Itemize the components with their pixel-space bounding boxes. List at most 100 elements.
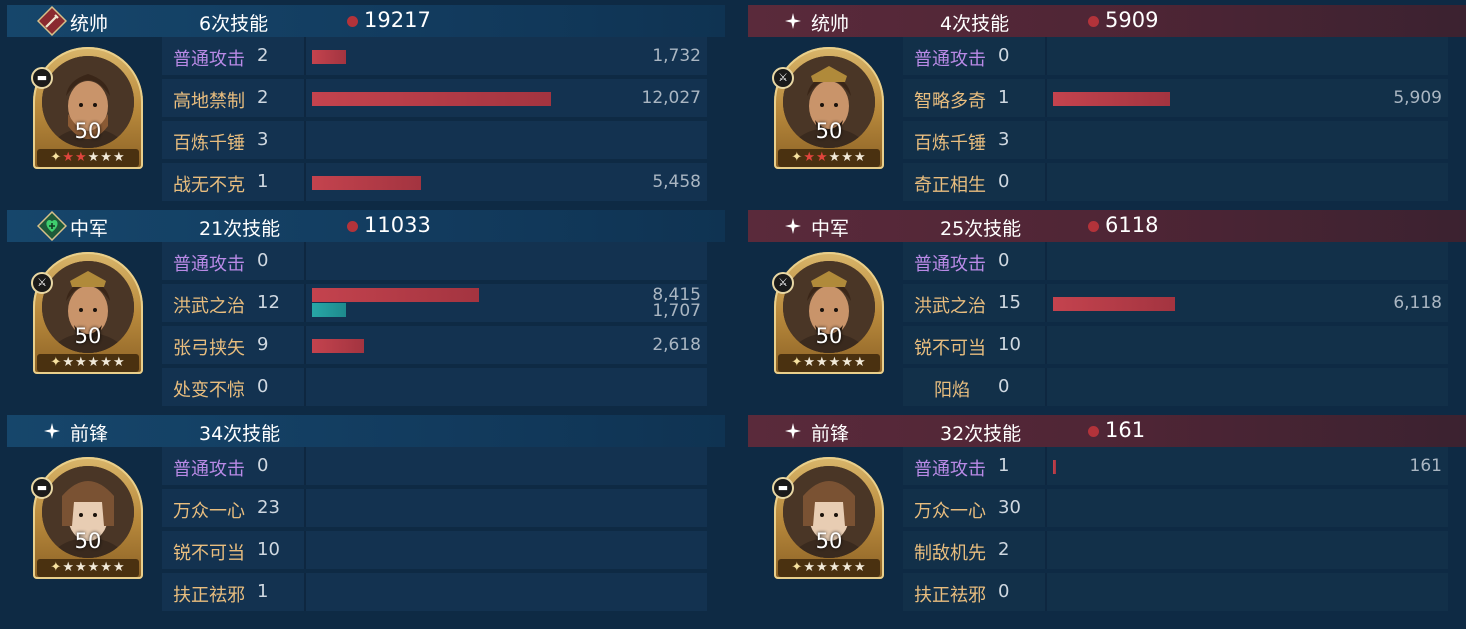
skill-count: 12	[257, 292, 280, 313]
role-label: 中军	[70, 218, 109, 240]
star-rating: ✦★★★★★	[37, 559, 139, 577]
hero-level: 50	[815, 119, 843, 143]
damage-bar	[1053, 297, 1175, 311]
skill-name[interactable]: 洪武之治	[173, 292, 245, 318]
skill-count: 0	[998, 250, 1010, 271]
hero-portrait[interactable]: ⚔ 50 ✦★★★★★	[31, 252, 143, 374]
skill-count: 10	[257, 539, 280, 560]
skill-count: 15	[998, 292, 1021, 313]
skill-row: 万众一心 30	[903, 489, 1448, 527]
skill-name[interactable]: 洪武之治	[914, 292, 986, 318]
role-label: 前锋	[811, 423, 850, 445]
row-divider	[1045, 326, 1047, 364]
skill-count: 0	[998, 581, 1010, 602]
hero-portrait[interactable]: ▬ 50 ✦★★★★★	[31, 47, 143, 169]
damage-dot	[1088, 221, 1099, 232]
skill-name[interactable]: 普通攻击	[914, 45, 986, 71]
damage-bar	[312, 92, 551, 106]
hero-level: 50	[815, 324, 843, 348]
row-divider	[304, 121, 306, 159]
total-damage: 11033	[364, 213, 431, 237]
skill-row: 奇正相生 0	[903, 163, 1448, 201]
skill-row: 普通攻击 0	[903, 37, 1448, 75]
skill-cast-count: 6次技能	[199, 13, 269, 35]
total-damage: 6118	[1105, 213, 1159, 237]
skill-row: 扶正祛邪 1	[162, 573, 707, 611]
damage-bar	[312, 339, 364, 353]
skill-name[interactable]: 张弓挟矢	[173, 334, 245, 360]
skill-cast-count: 34次技能	[199, 423, 281, 445]
skill-count: 0	[998, 376, 1010, 397]
sparkle-icon	[37, 416, 67, 446]
skill-row: 普通攻击 1 161	[903, 447, 1448, 485]
skill-name[interactable]: 普通攻击	[914, 455, 986, 481]
skill-row: 洪武之治 15 6,118	[903, 284, 1448, 322]
row-divider	[1045, 163, 1047, 201]
skill-row: 张弓挟矢 9 2,618	[162, 326, 707, 364]
damage-value: 161	[1409, 456, 1442, 476]
hero-block: 中军 25次技能 6118 ⚔ 50 ✦★★★★★ 普通攻击 0 洪武之治 15 6,118 锐不可当…	[748, 205, 1466, 410]
skill-name[interactable]: 高地禁制	[173, 87, 245, 113]
skill-count: 9	[257, 334, 269, 355]
skill-count: 0	[257, 376, 269, 397]
skill-name[interactable]: 制敌机先	[914, 539, 986, 565]
skill-row: 战无不克 1 5,458	[162, 163, 707, 201]
hero-header: 前锋 34次技能	[7, 415, 725, 447]
skill-count: 2	[257, 45, 269, 66]
star-rating: ✦★★★★★	[778, 559, 880, 577]
skill-row: 锐不可当 10	[162, 531, 707, 569]
sword-icon: ⚔	[772, 67, 794, 89]
skill-row: 百炼千锤 3	[903, 121, 1448, 159]
skill-name[interactable]: 普通攻击	[914, 250, 986, 276]
skill-name[interactable]: 战无不克	[173, 171, 245, 197]
total-damage: 19217	[364, 8, 431, 32]
skill-row: 锐不可当 10	[903, 326, 1448, 364]
tank-icon: ▬	[772, 477, 794, 499]
skill-name[interactable]: 普通攻击	[173, 455, 245, 481]
hero-header: 前锋 32次技能 161	[748, 415, 1466, 447]
damage-value: 6,118	[1393, 293, 1442, 313]
skill-count: 3	[998, 129, 1010, 150]
skill-name[interactable]: 锐不可当	[173, 539, 245, 565]
damage-bar	[1053, 460, 1056, 474]
skill-name[interactable]: 普通攻击	[173, 45, 245, 71]
skill-count: 2	[257, 87, 269, 108]
skill-name[interactable]: 普通攻击	[173, 250, 245, 276]
skill-name[interactable]: 万众一心	[173, 497, 245, 523]
skill-count: 0	[998, 171, 1010, 192]
damage-bar	[312, 50, 346, 64]
skill-name[interactable]: 阳焰	[934, 376, 970, 402]
skill-name[interactable]: 扶正祛邪	[914, 581, 986, 607]
hero-block: 统帅 4次技能 5909 ⚔ 50 ✦★★★★★ 普通攻击 0 智略多奇 1 5,909 百炼千锤 3 奇…	[748, 0, 1466, 205]
hero-level: 50	[74, 529, 102, 553]
row-divider	[1045, 37, 1047, 75]
hero-portrait[interactable]: ⚔ 50 ✦★★★★★	[772, 252, 884, 374]
row-divider	[304, 531, 306, 569]
sword-icon: ⚔	[772, 272, 794, 294]
row-divider	[304, 242, 306, 280]
skill-count: 0	[998, 45, 1010, 66]
row-divider	[304, 573, 306, 611]
skill-row: 万众一心 23	[162, 489, 707, 527]
skill-count: 1	[998, 87, 1010, 108]
hero-portrait[interactable]: ▬ 50 ✦★★★★★	[772, 457, 884, 579]
sparkle-icon	[778, 416, 808, 446]
skill-name[interactable]: 百炼千锤	[173, 129, 245, 155]
skill-name[interactable]: 百炼千锤	[914, 129, 986, 155]
skill-name[interactable]: 万众一心	[914, 497, 986, 523]
hero-portrait[interactable]: ▬ 50 ✦★★★★★	[31, 457, 143, 579]
row-divider	[304, 368, 306, 406]
hero-portrait[interactable]: ⚔ 50 ✦★★★★★	[772, 47, 884, 169]
skill-name[interactable]: 扶正祛邪	[173, 581, 245, 607]
damage-value: 12,027	[641, 88, 701, 108]
skill-row: 处变不惊 0	[162, 368, 707, 406]
skill-count: 3	[257, 129, 269, 150]
row-divider	[304, 163, 306, 201]
skill-name[interactable]: 奇正相生	[914, 171, 986, 197]
skill-name[interactable]: 智略多奇	[914, 87, 986, 113]
heal-bar	[312, 303, 346, 317]
skill-name[interactable]: 锐不可当	[914, 334, 986, 360]
skill-name[interactable]: 处变不惊	[173, 376, 245, 402]
skill-count: 10	[998, 334, 1021, 355]
hero-level: 50	[815, 529, 843, 553]
